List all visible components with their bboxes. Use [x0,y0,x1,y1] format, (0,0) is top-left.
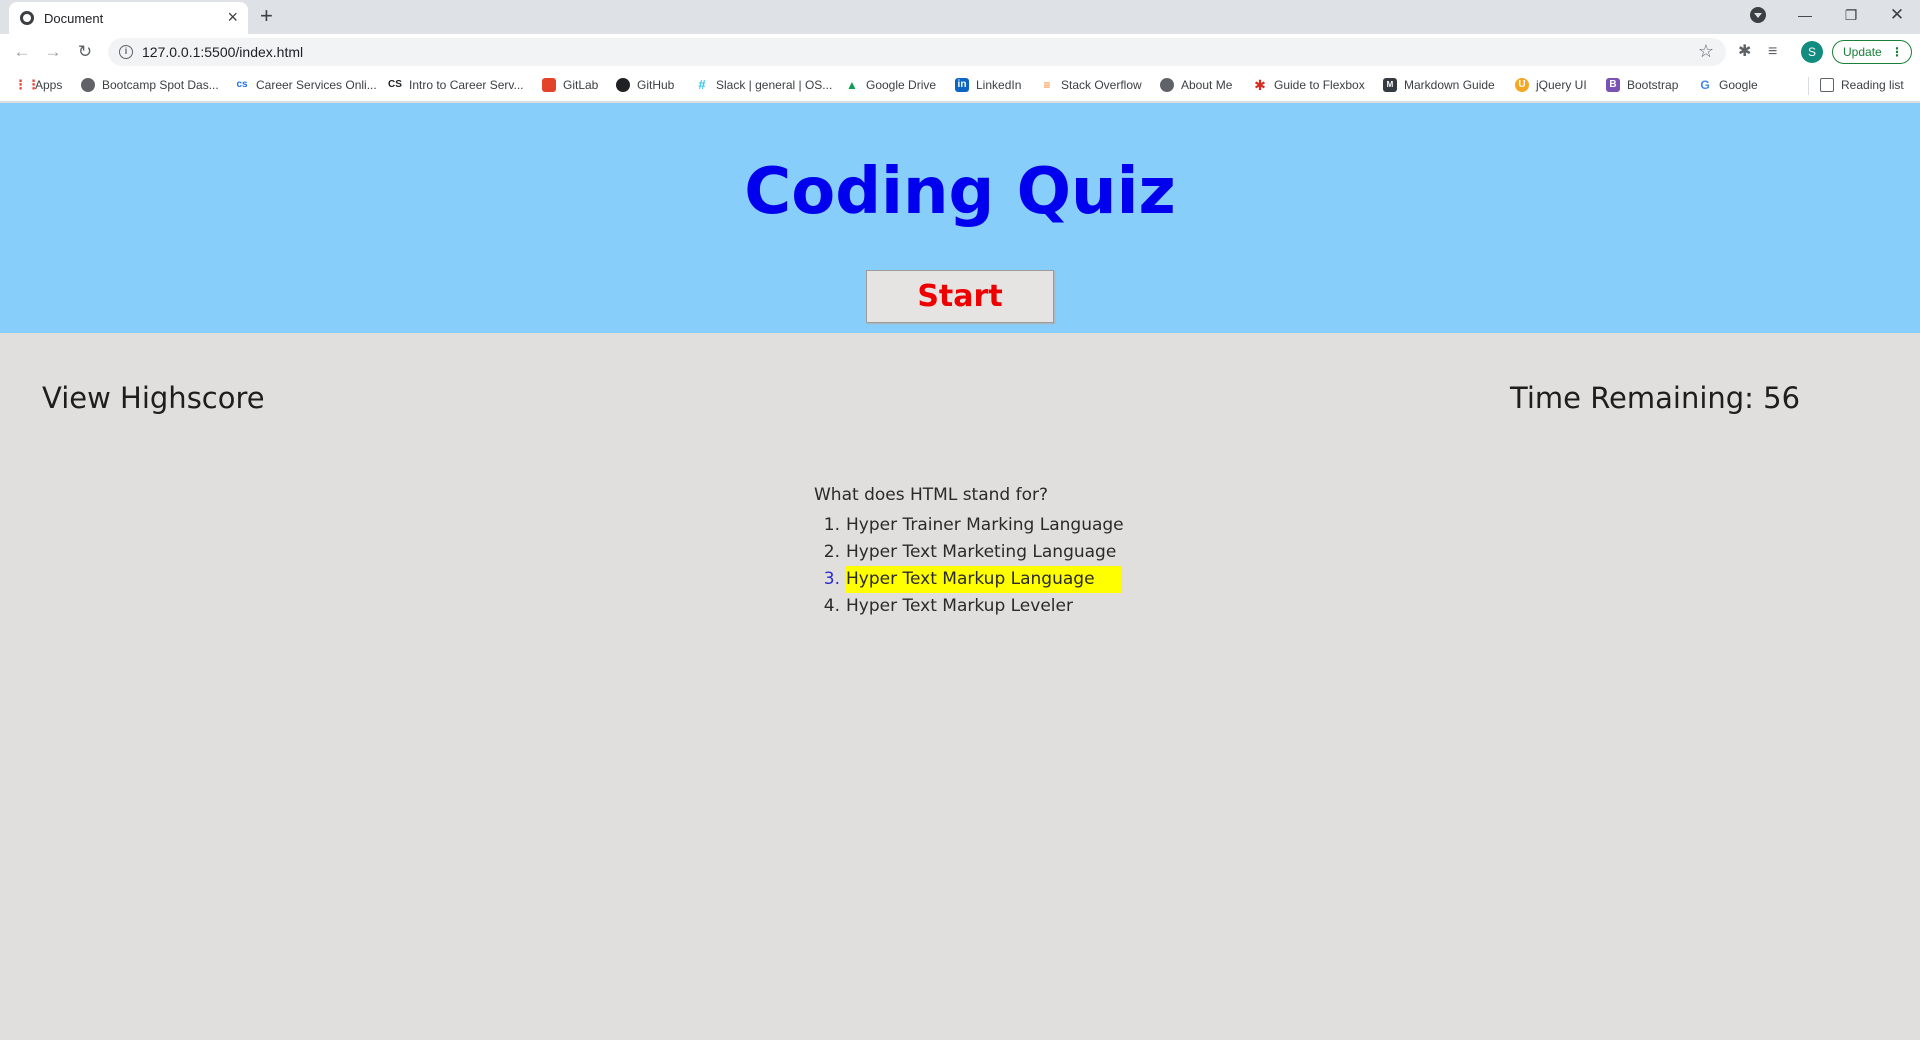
stack-overflow-icon: ≡ [1043,78,1051,92]
bootstrap-icon: B [1606,78,1620,92]
close-window-icon[interactable]: ✕ [1874,0,1920,30]
bookmarks-divider [1808,77,1809,95]
choice-text: Hyper Trainer Marking Language [846,515,1124,535]
choice-number: 2. [823,542,840,562]
tab-title: Document [44,11,104,26]
bookmark-label: Markdown Guide [1404,78,1495,92]
bookmark-item[interactable]: # Slack | general | OS... [695,77,833,93]
answer-choice[interactable]: 2. Hyper Text Marketing Language [814,539,1150,566]
google-drive-icon: ▲ [846,78,858,92]
globe-icon [1160,78,1174,92]
browser-tab[interactable]: Document × [9,2,248,34]
profile-avatar[interactable]: S [1801,41,1823,63]
bookmark-item[interactable]: ✱ Guide to Flexbox [1253,78,1365,92]
bookmark-label: Apps [35,78,63,92]
update-button[interactable]: Update ⋮ [1832,40,1912,64]
bookmark-item[interactable]: in LinkedIn [955,78,1021,92]
bookmark-item[interactable]: M Markdown Guide [1383,78,1495,92]
forward-arrow-icon[interactable]: → [43,42,63,62]
browser-toolbar: ← → ↻ i 127.0.0.1:5500/index.html ☆ ✱ ≡ … [0,34,1920,70]
restore-icon[interactable]: ❐ [1828,0,1874,30]
bookmark-item[interactable]: About Me [1160,78,1232,92]
slack-icon: # [698,77,706,92]
bookmark-label: About Me [1181,78,1233,92]
answer-choice-highlighted[interactable]: 3. Hyper Text Markup Language [814,566,1150,593]
bookmark-item[interactable]: ≡ Stack Overflow [1040,78,1142,92]
tab-search-icon[interactable] [1750,7,1766,23]
page-content: Coding Quiz Start View Highscore Time Re… [0,103,1920,1040]
cs-icon: cs [236,79,248,90]
minimize-icon[interactable]: — [1782,0,1828,30]
bookmark-item[interactable]: cs Career Services Onli... [235,78,377,92]
new-tab-icon[interactable]: + [260,4,273,28]
choice-text: Hyper Text Markup Leveler [846,596,1073,616]
globe-icon [20,11,34,25]
css-tricks-icon: ✱ [1254,77,1266,93]
markdown-icon: M [1383,78,1397,92]
bookmark-label: GitLab [563,78,599,92]
bookmark-item[interactable]: B Bootstrap [1606,78,1678,92]
reading-list-icon [1820,78,1834,92]
back-arrow-icon[interactable]: ← [12,42,32,62]
globe-icon [81,78,95,92]
bookmark-label: Google Drive [866,78,937,92]
quiz-header: Coding Quiz Start [0,103,1920,333]
choice-number: 4. [823,596,840,616]
answer-choice[interactable]: 1. Hyper Trainer Marking Language [814,512,1150,539]
bookmark-item[interactable]: G Google [1698,78,1758,92]
bookmark-label: Intro to Career Serv... [409,78,524,92]
bookmark-label: Slack | general | OS... [716,78,833,92]
reload-icon[interactable]: ↻ [75,42,95,62]
tab-strip: Document × + — ❐ ✕ [0,0,1920,34]
view-highscore-link[interactable]: View Highscore [42,381,265,415]
gitlab-icon [542,78,556,92]
more-menu-icon[interactable]: ⋮ [1891,41,1903,63]
media-queue-icon[interactable]: ≡ [1768,42,1777,62]
answer-list: 1. Hyper Trainer Marking Language 2. Hyp… [814,512,1150,620]
bookmark-label: Google [1719,78,1758,92]
bookmark-item[interactable]: ⋮⋮ Apps [14,77,63,93]
bookmark-star-icon[interactable]: ☆ [1698,41,1714,62]
bookmark-item[interactable]: CS Intro to Career Serv... [388,78,524,92]
address-bar[interactable]: i 127.0.0.1:5500/index.html ☆ [108,38,1726,66]
bookmark-label: Bootstrap [1627,78,1679,92]
choice-text: Hyper Text Marketing Language [846,542,1117,562]
page-title: Coding Quiz [744,155,1176,229]
bookmark-label: jQuery UI [1536,78,1587,92]
choice-text: Hyper Text Markup Language [846,566,1121,593]
update-label: Update [1843,45,1882,59]
bookmark-label: Career Services Onli... [256,78,377,92]
bookmark-label: GitHub [637,78,675,92]
bookmark-item[interactable]: GitLab [542,78,598,92]
apps-grid-icon: ⋮⋮ [14,77,40,92]
bookmark-label: Bootcamp Spot Das... [102,78,219,92]
bookmark-label: Stack Overflow [1061,78,1142,92]
choice-number: 3. [823,569,840,589]
close-tab-icon[interactable]: × [227,8,238,26]
reading-list-button[interactable]: Reading list [1820,78,1904,92]
github-icon [616,78,630,92]
answer-choice[interactable]: 4. Hyper Text Markup Leveler [814,593,1150,620]
bookmark-item[interactable]: U jQuery UI [1515,78,1587,92]
extensions-puzzle-icon[interactable]: ✱ [1738,42,1751,62]
google-icon: G [1700,78,1710,92]
info-icon[interactable]: i [119,45,133,59]
jquery-icon: U [1515,78,1529,92]
time-remaining: Time Remaining: 56 [1510,381,1801,415]
bookmark-label: Guide to Flexbox [1274,78,1365,92]
linkedin-icon: in [955,78,969,92]
choice-number: 1. [823,515,840,535]
url-text[interactable]: 127.0.0.1:5500/index.html [142,44,303,60]
start-button[interactable]: Start [866,270,1054,323]
reading-list-label: Reading list [1841,78,1904,92]
bookmark-item[interactable]: Bootcamp Spot Das... [81,78,219,92]
bookmark-label: LinkedIn [976,78,1022,92]
bookmark-item[interactable]: GitHub [616,78,674,92]
bookmark-item[interactable]: ▲ Google Drive [845,78,936,92]
question-text: What does HTML stand for? [814,485,1048,505]
cs-icon: CS [388,79,402,90]
bookmarks-bar: ⋮⋮ Apps Bootcamp Spot Das... cs Career S… [0,70,1920,102]
